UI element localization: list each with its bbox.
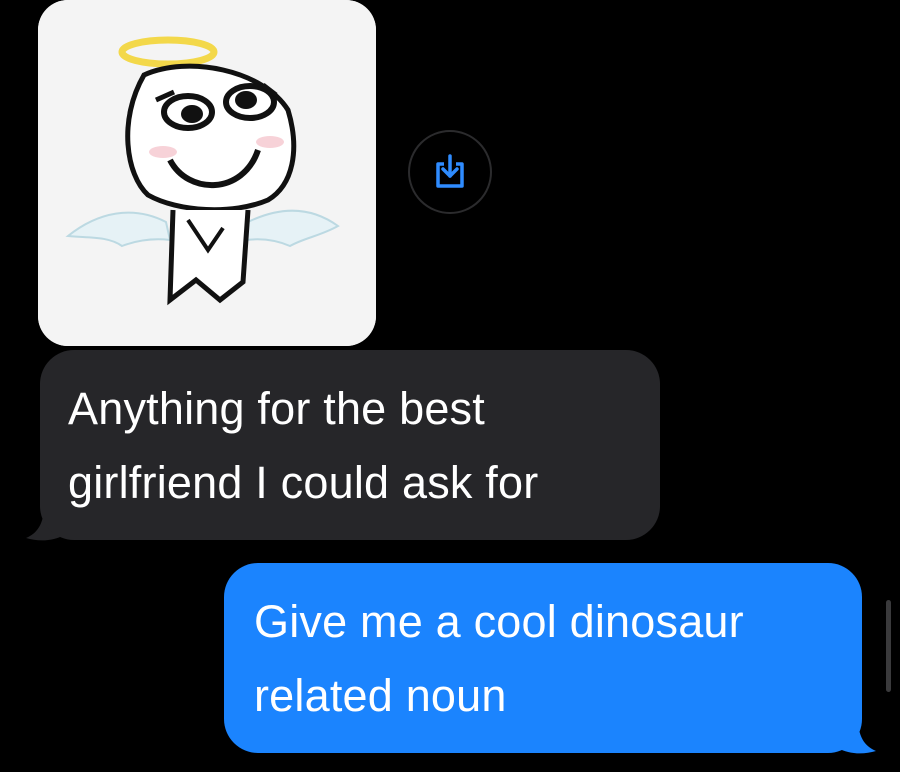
message-line: Give me a cool dinosaur: [254, 596, 744, 647]
download-icon: [436, 154, 464, 188]
received-message-bubble[interactable]: Anything for the best girlfriend I could…: [40, 350, 660, 540]
message-line: related noun: [254, 670, 507, 721]
message-thread: Anything for the best girlfriend I could…: [0, 0, 900, 772]
scroll-indicator[interactable]: [886, 600, 891, 692]
sent-message-bubble[interactable]: Give me a cool dinosaur related noun: [224, 563, 862, 753]
angel-meme-image: [38, 0, 376, 346]
save-image-button[interactable]: [408, 130, 492, 214]
message-line: girlfriend I could ask for: [68, 457, 539, 508]
image-attachment[interactable]: [38, 0, 376, 346]
message-line: Anything for the best: [68, 383, 485, 434]
